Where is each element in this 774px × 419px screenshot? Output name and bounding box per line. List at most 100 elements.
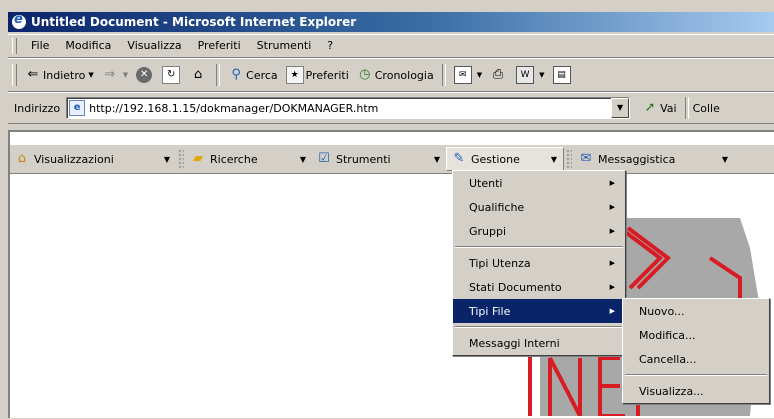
menu-visualizza[interactable]: Visualizza: [119, 36, 189, 56]
toolbar-grip[interactable]: [12, 38, 17, 54]
submenu-arrow-icon: ▶: [609, 179, 615, 187]
discuss-button[interactable]: ▤: [549, 62, 577, 88]
window-title: Untitled Document - Microsoft Internet E…: [31, 15, 357, 29]
mail-button[interactable]: ✉ ▼: [450, 62, 486, 88]
menu-item-label: Qualifiche: [469, 200, 525, 214]
menu-item-cancella[interactable]: Cancella...: [623, 347, 769, 371]
chevron-down-icon[interactable]: ▼: [88, 71, 93, 79]
strumenti-label: Strumenti: [336, 152, 391, 166]
menu-item-tipi-utenza[interactable]: Tipi Utenza ▶: [453, 251, 625, 275]
visualizzazioni-label: Visualizzazioni: [34, 152, 114, 166]
chevron-down-icon: ▼: [433, 154, 440, 164]
chevron-down-icon[interactable]: ▼: [539, 71, 544, 79]
forward-button[interactable]: ⇒ ▼: [98, 62, 132, 88]
toolbar-grip[interactable]: [12, 64, 17, 86]
page-icon: e: [69, 100, 86, 116]
house-icon: ⌂: [17, 151, 27, 166]
menu-item-gruppi[interactable]: Gruppi ▶: [453, 219, 625, 243]
title-bar: Untitled Document - Microsoft Internet E…: [8, 12, 774, 32]
go-button[interactable]: ➚ Vai: [638, 95, 680, 121]
back-arrow-icon: ⇐: [27, 67, 39, 82]
submenu-arrow-icon: ▶: [609, 259, 615, 267]
chevron-down-icon[interactable]: ▼: [477, 71, 482, 79]
tools-icon: ☑: [318, 151, 330, 166]
menu-help[interactable]: ?: [319, 36, 341, 56]
menu-item-utenti[interactable]: Utenti ▶: [453, 171, 625, 195]
menu-item-tipi-file[interactable]: Tipi File ▶: [453, 299, 625, 323]
search-label: Cerca: [246, 68, 278, 82]
address-label: Indirizzo: [14, 101, 61, 115]
menu-item-modifica[interactable]: Modifica...: [623, 323, 769, 347]
messaggistica-menu-button[interactable]: ✉ Messaggistica ▼: [574, 148, 734, 170]
menu-item-stati-documento[interactable]: Stati Documento ▶: [453, 275, 625, 299]
ricerche-menu-button[interactable]: ▰ Ricerche ▼: [186, 148, 312, 170]
ricerche-label: Ricerche: [210, 152, 258, 166]
chevron-down-icon: ▼: [163, 154, 170, 164]
links-label[interactable]: Colle: [693, 102, 720, 115]
search-button[interactable]: ⚲ Cerca: [224, 62, 282, 88]
stop-button[interactable]: ✕: [132, 62, 158, 88]
gestione-menu-button[interactable]: ✎ Gestione ▼: [446, 147, 564, 171]
toolbar-separator: [684, 97, 689, 119]
toolbar-separator: [216, 64, 221, 86]
search-icon: ⚲: [231, 67, 241, 82]
submenu-arrow-icon: ▶: [609, 227, 615, 235]
refresh-button[interactable]: ↻: [158, 62, 186, 88]
menu-file[interactable]: File: [23, 36, 57, 56]
menu-modifica[interactable]: Modifica: [57, 36, 119, 56]
menu-separator: [625, 374, 767, 376]
history-button[interactable]: ◷ Cronologia: [353, 62, 438, 88]
favorites-label: Preferiti: [305, 68, 349, 82]
menu-strumenti[interactable]: Strumenti: [249, 36, 320, 56]
address-url[interactable]: http://192.168.1.15/dokmanager/DOKMANAGE…: [89, 102, 378, 115]
go-label: Vai: [660, 101, 677, 115]
menu-item-label: Visualizza...: [639, 384, 704, 398]
messaggistica-label: Messaggistica: [598, 152, 676, 166]
gestione-label: Gestione: [471, 152, 520, 166]
print-button[interactable]: ⎙: [486, 62, 512, 88]
strumenti-menu-button[interactable]: ☑ Strumenti ▼: [312, 148, 446, 170]
chevron-down-icon: ▼: [299, 154, 306, 164]
edit-button[interactable]: W ▼: [512, 62, 548, 88]
menu-bar: File Modifica Visualizza Preferiti Strum…: [8, 34, 774, 58]
menu-item-label: Tipi File: [469, 304, 511, 318]
standard-toolbar: ⇐ Indietro ▼ ⇒ ▼ ✕ ↻ ⌂ ⚲ Cerca ★ Preferi…: [8, 58, 774, 92]
submenu-arrow-icon: ▶: [609, 307, 615, 315]
menu-item-visualizza[interactable]: Visualizza...: [623, 379, 769, 403]
home-icon: ⌂: [194, 67, 203, 82]
edit-icon: ✎: [453, 151, 465, 166]
menu-item-qualifiche[interactable]: Qualifiche ▶: [453, 195, 625, 219]
menu-item-label: Stati Documento: [469, 280, 562, 294]
home-button[interactable]: ⌂: [186, 62, 212, 88]
menu-item-messaggi-interni[interactable]: Messaggi Interni: [453, 331, 625, 355]
chevron-down-icon[interactable]: ▼: [123, 71, 128, 79]
menu-item-label: Utenti: [469, 176, 503, 190]
go-arrow-icon: ➚: [644, 100, 656, 115]
menu-item-label: Messaggi Interni: [469, 336, 560, 350]
submenu-arrow-icon: ▶: [609, 203, 615, 211]
folders-icon: ▰: [193, 151, 203, 166]
menu-separator: [455, 326, 623, 328]
menu-item-label: Modifica...: [639, 328, 696, 342]
toolbar-grip[interactable]: [178, 149, 184, 169]
message-icon: ✉: [580, 151, 592, 166]
chevron-down-icon: ▼: [721, 154, 728, 164]
menu-item-label: Gruppi: [469, 224, 507, 238]
submenu-arrow-icon: ▶: [609, 283, 615, 291]
address-input[interactable]: e http://192.168.1.15/dokmanager/DOKMANA…: [66, 97, 631, 119]
menu-preferiti[interactable]: Preferiti: [190, 36, 249, 56]
toolbar-grip[interactable]: [566, 149, 572, 169]
menu-item-label: Tipi Utenza: [469, 256, 531, 270]
toolbar-separator: [441, 64, 446, 86]
menu-item-label: Nuovo...: [639, 304, 685, 318]
print-icon: ⎙: [492, 67, 504, 82]
back-button[interactable]: ⇐ Indietro ▼: [21, 62, 98, 88]
stop-icon: ✕: [136, 67, 153, 83]
refresh-icon: ↻: [162, 66, 181, 84]
favorites-button[interactable]: ★ Preferiti: [282, 62, 353, 88]
visualizzazioni-menu-button[interactable]: ⌂ Visualizzazioni ▼: [10, 148, 176, 170]
forward-arrow-icon: ⇒: [104, 67, 116, 82]
address-bar: Indirizzo e http://192.168.1.15/dokmanag…: [8, 92, 774, 124]
menu-item-nuovo[interactable]: Nuovo...: [623, 299, 769, 323]
address-dropdown-button[interactable]: ▼: [611, 98, 630, 118]
